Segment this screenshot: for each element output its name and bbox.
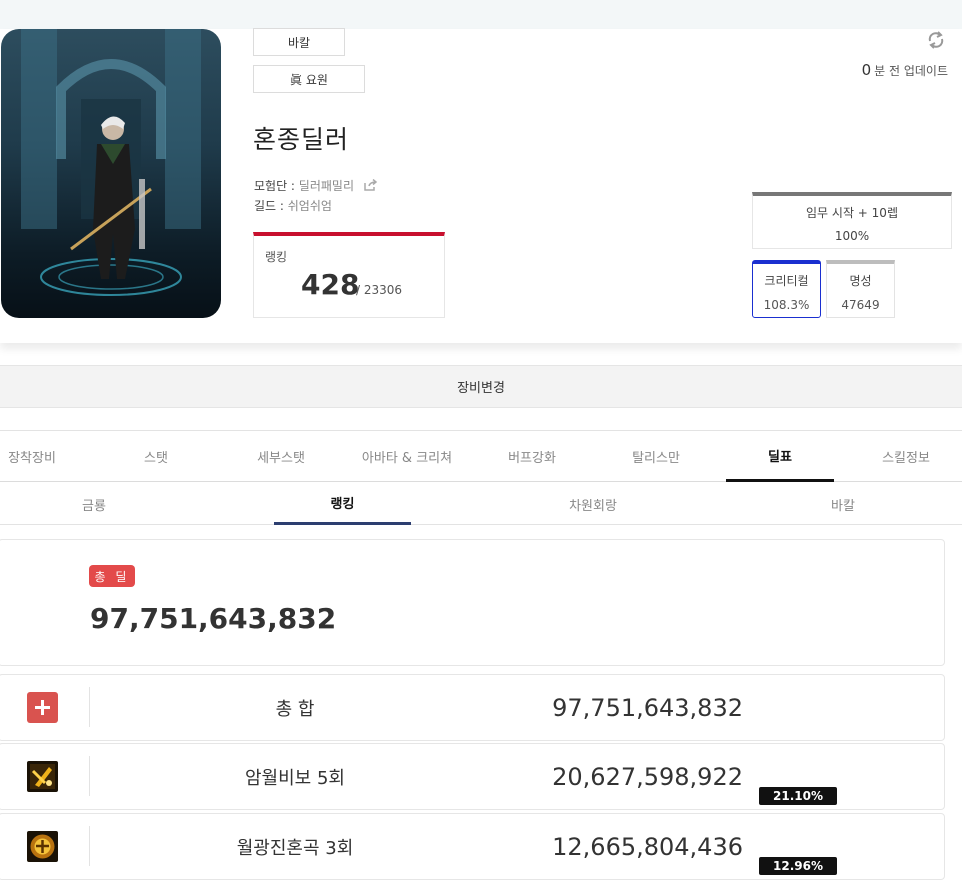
plus-icon[interactable] — [27, 692, 58, 723]
subtab-dimension-corridor[interactable]: 차원회랑 — [528, 483, 658, 525]
damage-row: 총 합 97,751,643,832 — [0, 674, 945, 741]
row-value: 12,665,804,436 — [552, 832, 743, 861]
update-minutes: 0 — [861, 61, 872, 79]
guild-label: 길드 : — [254, 199, 288, 213]
guild-value[interactable]: 쉬엄쉬엄 — [288, 199, 332, 213]
total-damage-value: 97,751,643,832 — [90, 602, 337, 635]
tab-avatar-creature[interactable]: 아바타 & 크리쳐 — [344, 431, 470, 482]
character-profile-card: 바칼 眞 요원 혼종딜러 모험단 : 딜러패밀리 길드 : 쉬엄쉬엄 랭킹 42… — [0, 28, 962, 343]
critical-stat-box[interactable]: 크리티컬 108.3% — [752, 260, 821, 318]
fame-label: 명성 — [849, 274, 872, 288]
row-divider — [89, 687, 90, 727]
damage-row: 월광진혼곡 3회 12,665,804,436 12.96% — [0, 813, 945, 880]
row-divider — [89, 826, 90, 866]
mission-value: 100% — [834, 229, 870, 243]
mission-stat-box: 임무 시작 + 10렙 100% — [752, 192, 952, 249]
character-name: 혼종딜러 — [253, 125, 350, 154]
damage-row: 암월비보 5회 20,627,598,922 21.10% — [0, 743, 945, 810]
row-value: 97,751,643,832 — [552, 693, 743, 722]
total-damage-card: 총 딜 97,751,643,832 — [0, 539, 945, 666]
tab-talisman[interactable]: 탈리스만 — [594, 431, 718, 482]
last-update: 0분 전 업데이트 — [862, 61, 948, 79]
adventure-value[interactable]: 딜러패밀리 — [299, 179, 354, 193]
skill-wolgwang-icon — [27, 831, 58, 862]
server-tag: 바칼 — [253, 28, 345, 56]
ranking-total: / 23306 — [356, 283, 403, 297]
tab-detail-stats[interactable]: 세부스탯 — [218, 431, 344, 482]
subtab-ranking[interactable]: 랭킹 — [274, 483, 411, 525]
fame-value: 47649 — [841, 298, 880, 312]
class-tag: 眞 요원 — [253, 65, 365, 93]
adventure-label: 모험단 : — [254, 179, 299, 193]
tab-buff[interactable]: 버프강화 — [470, 431, 594, 482]
tab-equipment[interactable]: 장착장비 — [0, 431, 64, 482]
character-portrait — [1, 29, 221, 318]
row-name: 총 합 — [275, 698, 315, 720]
fame-stat-box[interactable]: 명성 47649 — [826, 260, 895, 318]
tab-damage-table[interactable]: 딜표 — [726, 431, 834, 482]
critical-value: 108.3% — [763, 298, 810, 312]
row-percent-badge: 21.10% — [759, 787, 837, 805]
top-strip — [0, 0, 962, 29]
sub-tabs: 금룡 랭킹 차원회랑 바칼 — [0, 483, 962, 525]
subtab-geumryong[interactable]: 금룡 — [30, 483, 158, 525]
tab-stats[interactable]: 스탯 — [94, 431, 218, 482]
subtab-bakal[interactable]: 바칼 — [778, 483, 908, 525]
ranking-label: 랭킹 — [265, 250, 288, 264]
row-divider — [89, 756, 90, 796]
row-value: 20,627,598,922 — [552, 762, 743, 791]
ranking-value: 428 — [301, 268, 360, 301]
update-text: 분 전 업데이트 — [874, 64, 948, 78]
row-name: 암월비보 5회 — [245, 767, 345, 789]
ranking-box: 랭킹 428 / 23306 — [253, 232, 445, 318]
adventure-info: 모험단 : 딜러패밀리 — [254, 177, 378, 194]
main-tabs: 장착장비 스탯 세부스탯 아바타 & 크리쳐 버프강화 탈리스만 딜표 스킬정보 — [0, 430, 962, 482]
tab-skill-info[interactable]: 스킬정보 — [844, 431, 962, 482]
row-percent-badge: 12.96% — [759, 857, 837, 875]
equip-change-button[interactable]: 장비변경 — [0, 365, 962, 408]
critical-label: 크리티컬 — [764, 274, 809, 288]
total-damage-badge: 총 딜 — [89, 565, 135, 587]
mission-label: 임무 시작 + 10렙 — [806, 206, 898, 220]
refresh-icon[interactable] — [925, 29, 947, 55]
external-link-icon[interactable] — [364, 178, 378, 194]
skill-amwol-icon — [27, 761, 58, 792]
guild-info: 길드 : 쉬엄쉬엄 — [254, 197, 332, 214]
row-name: 월광진혼곡 3회 — [236, 837, 354, 859]
